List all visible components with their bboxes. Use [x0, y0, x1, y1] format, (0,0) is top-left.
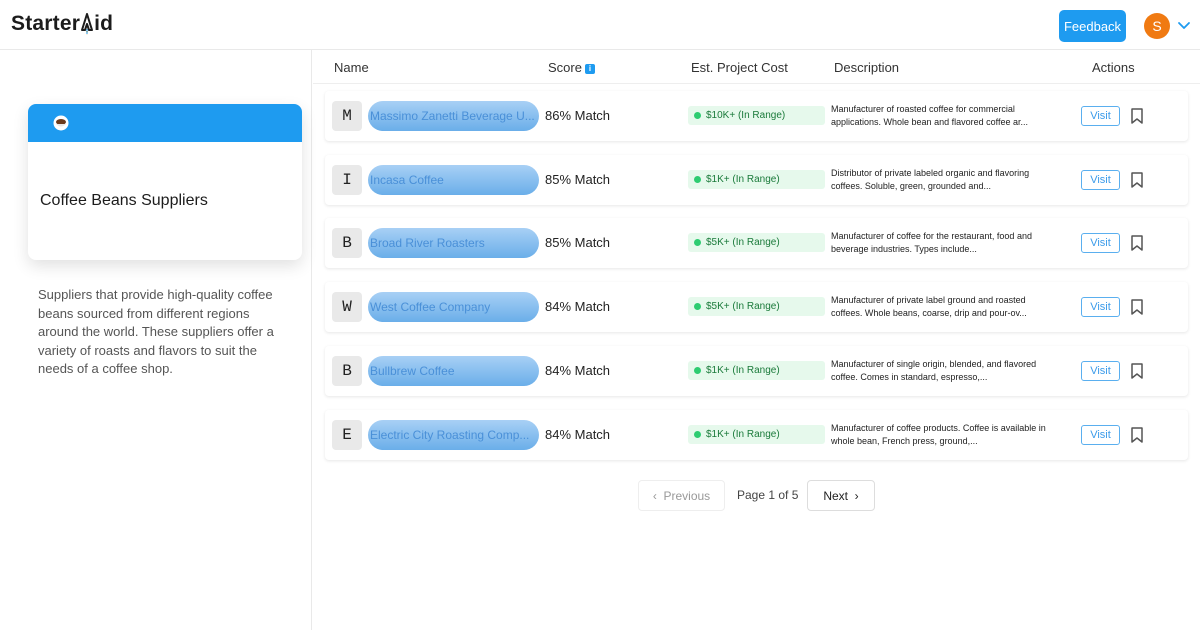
bookmark-icon[interactable]	[1129, 298, 1145, 316]
column-header-name[interactable]: Name	[334, 60, 369, 75]
status-dot-icon	[694, 239, 701, 246]
category-title: Coffee Beans Suppliers	[40, 192, 208, 209]
coffee-cup-icon	[53, 115, 69, 131]
supplier-initial: B	[332, 356, 362, 386]
cost-badge: $1K+ (In Range)	[688, 170, 825, 189]
category-card-banner	[28, 104, 302, 142]
table-row[interactable]: I Incasa Coffee 85% Match $1K+ (In Range…	[325, 155, 1188, 205]
bookmark-icon[interactable]	[1129, 171, 1145, 189]
cost-badge: $5K+ (In Range)	[688, 297, 825, 316]
match-score: 85% Match	[545, 172, 611, 187]
bookmark-icon[interactable]	[1129, 362, 1145, 380]
supplier-description: Manufacturer of private label ground and…	[831, 295, 1027, 318]
supplier-name[interactable]: Incasa Coffee	[368, 165, 539, 195]
match-score: 84% Match	[545, 363, 611, 378]
table-row[interactable]: B Broad River Roasters 85% Match $5K+ (I…	[325, 218, 1188, 268]
logo-text-start: Starter	[11, 12, 81, 35]
status-dot-icon	[694, 176, 701, 183]
visit-button[interactable]: Visit	[1081, 170, 1120, 190]
supplier-name[interactable]: Electric City Roasting Comp...	[368, 420, 539, 450]
visit-button[interactable]: Visit	[1081, 233, 1120, 253]
starteraid-logo[interactable]: Starter id	[11, 12, 113, 36]
bookmark-icon[interactable]	[1129, 426, 1145, 444]
category-panel: Coffee Beans Suppliers Suppliers that pr…	[0, 50, 312, 630]
cost-text: $1K+ (In Range)	[706, 429, 780, 440]
table-row[interactable]: B Bullbrew Coffee 84% Match $1K+ (In Ran…	[325, 346, 1188, 396]
visit-button[interactable]: Visit	[1081, 425, 1120, 445]
status-dot-icon	[694, 112, 701, 119]
column-header-actions: Actions	[1092, 60, 1135, 75]
previous-label: Previous	[663, 488, 711, 503]
column-header-description[interactable]: Description	[834, 60, 899, 75]
supplier-name[interactable]: Massimo Zanetti Beverage U...	[368, 101, 539, 131]
supplier-initial: I	[332, 165, 362, 195]
table-header: Name Score i Est. Project Cost Descriptio…	[313, 50, 1200, 84]
logo-text-end: id	[94, 12, 114, 35]
visit-button[interactable]: Visit	[1081, 361, 1120, 381]
table-row[interactable]: M Massimo Zanetti Beverage U... 86% Matc…	[325, 91, 1188, 141]
rocket-icon	[81, 13, 94, 35]
feedback-button[interactable]: Feedback	[1059, 10, 1126, 42]
next-page-button[interactable]: Next ›	[807, 480, 875, 511]
table-row[interactable]: W West Coffee Company 84% Match $5K+ (In…	[325, 282, 1188, 332]
match-score: 85% Match	[545, 235, 611, 250]
supplier-name[interactable]: West Coffee Company	[368, 292, 539, 322]
supplier-initial: B	[332, 228, 362, 258]
cost-text: $10K+ (In Range)	[706, 110, 786, 121]
supplier-initial: E	[332, 420, 362, 450]
supplier-description: Manufacturer of coffee products. Coffee …	[831, 423, 1046, 446]
match-score: 84% Match	[545, 299, 611, 314]
visit-button[interactable]: Visit	[1081, 297, 1120, 317]
top-header: Starter id Feedback S	[0, 0, 1200, 50]
user-avatar[interactable]: S	[1144, 13, 1170, 39]
category-card: Coffee Beans Suppliers	[28, 104, 302, 260]
supplier-name[interactable]: Broad River Roasters	[368, 228, 539, 258]
cost-text: $1K+ (In Range)	[706, 174, 780, 185]
status-dot-icon	[694, 303, 701, 310]
cost-badge: $10K+ (In Range)	[688, 106, 825, 125]
category-description: Suppliers that provide high-quality coff…	[38, 287, 274, 376]
supplier-initial: W	[332, 292, 362, 322]
chevron-down-icon[interactable]	[1177, 18, 1191, 32]
cost-badge: $1K+ (In Range)	[688, 425, 825, 444]
match-score: 86% Match	[545, 108, 611, 123]
next-label: Next	[823, 488, 848, 503]
supplier-description: Manufacturer of single origin, blended, …	[831, 359, 1037, 382]
chevron-right-icon: ›	[854, 488, 859, 503]
column-header-score-label: Score	[548, 60, 582, 75]
bookmark-icon[interactable]	[1129, 107, 1145, 125]
cost-text: $5K+ (In Range)	[706, 301, 780, 312]
supplier-name[interactable]: Bullbrew Coffee	[368, 356, 539, 386]
cost-badge: $5K+ (In Range)	[688, 233, 825, 252]
cost-badge: $1K+ (In Range)	[688, 361, 825, 380]
visit-button[interactable]: Visit	[1081, 106, 1120, 126]
page-indicator: Page 1 of 5	[737, 488, 799, 502]
chevron-left-icon: ‹	[652, 488, 657, 503]
column-header-cost[interactable]: Est. Project Cost	[691, 60, 788, 75]
cost-text: $1K+ (In Range)	[706, 365, 780, 376]
status-dot-icon	[694, 367, 701, 374]
match-score: 84% Match	[545, 427, 611, 442]
supplier-initial: M	[332, 101, 362, 131]
cost-text: $5K+ (In Range)	[706, 237, 780, 248]
bookmark-icon[interactable]	[1129, 234, 1145, 252]
table-row[interactable]: E Electric City Roasting Comp... 84% Mat…	[325, 410, 1188, 460]
column-header-score[interactable]: Score i	[548, 60, 595, 75]
status-dot-icon	[694, 431, 701, 438]
info-icon[interactable]: i	[584, 63, 595, 74]
previous-page-button[interactable]: ‹ Previous	[638, 480, 725, 511]
supplier-description: Distributor of private labeled organic a…	[831, 168, 1030, 191]
supplier-description: Manufacturer of roasted coffee for comme…	[831, 104, 1028, 127]
supplier-description: Manufacturer of coffee for the restauran…	[831, 231, 1032, 254]
